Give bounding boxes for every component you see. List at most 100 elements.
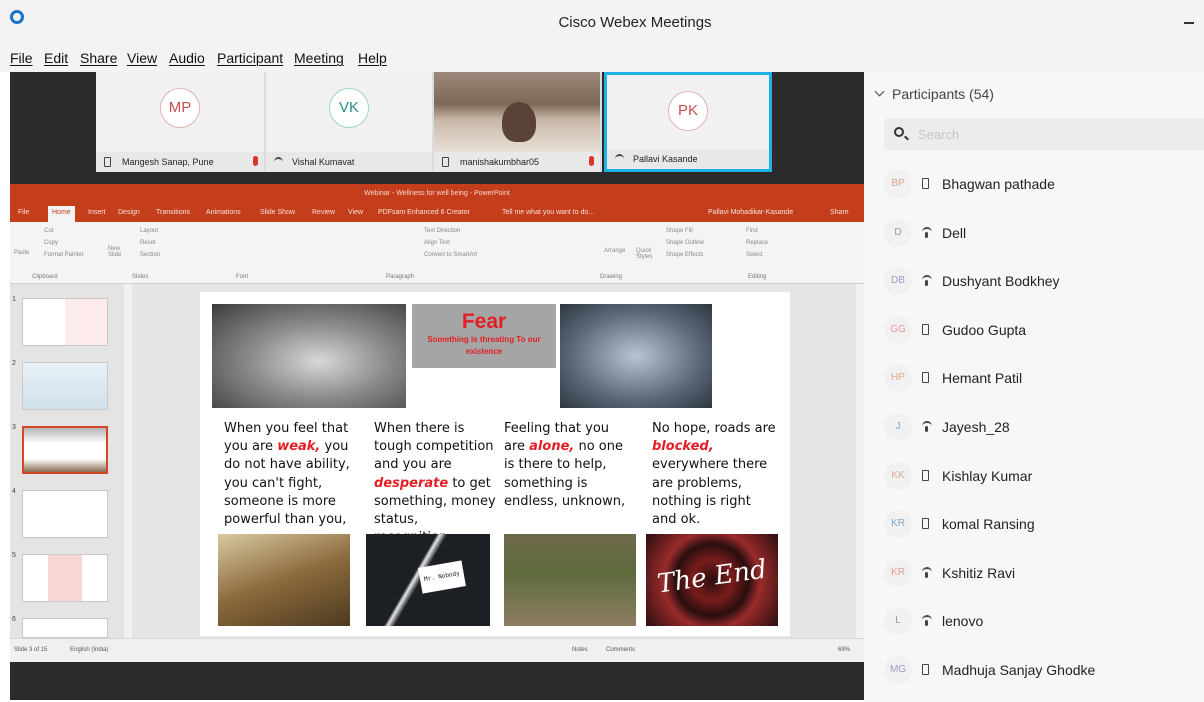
- participant-row[interactable]: GG Gudoo Gupta: [884, 310, 1204, 350]
- video-tile[interactable]: manishakumbhar05: [434, 72, 602, 172]
- participant-row[interactable]: KK Kishlay Kumar: [884, 456, 1204, 496]
- participant-name: Jayesh_28: [942, 419, 1010, 435]
- participant-name: komal Ransing: [942, 516, 1035, 533]
- participant-row[interactable]: D Dell: [884, 213, 1204, 253]
- ppt-quick-styles[interactable]: Quick Styles: [636, 248, 658, 260]
- ppt-section[interactable]: Section: [140, 252, 160, 258]
- participant-name: Hemant Patil: [942, 370, 1023, 387]
- slide-heading: Fear: [461, 310, 507, 333]
- avatar: MG: [884, 656, 912, 684]
- minimize-icon[interactable]: [1184, 22, 1194, 24]
- participant-name: Dushyant Bodkhey: [942, 273, 1060, 290]
- ribbon-group-label: Editing: [748, 274, 767, 280]
- ppt-tab-design[interactable]: Design: [118, 209, 140, 216]
- blocked-road-image: [504, 534, 636, 626]
- slide-thumbnail-selected[interactable]: [22, 426, 108, 474]
- ppt-titlebar: Webinar - Wellness for well being - Powe…: [10, 184, 864, 204]
- menu-file[interactable]: File: [10, 50, 33, 66]
- thumb-number: 2: [12, 360, 16, 367]
- ppt-shape-outline[interactable]: Shape Outline: [666, 240, 704, 246]
- notes-button[interactable]: Notes: [572, 647, 588, 653]
- menu-help[interactable]: Help: [358, 50, 387, 66]
- slide-text-column: Feeling that you are alone, no one is th…: [504, 420, 632, 511]
- avatar: GG: [884, 315, 912, 344]
- participant-name: Kishlay Kumar: [942, 467, 1033, 484]
- participant-row[interactable]: BP Bhagwan pathade: [884, 164, 1204, 204]
- ppt-select[interactable]: Select: [746, 252, 763, 258]
- participant-row[interactable]: J Jayesh_28: [884, 407, 1204, 447]
- ppt-shape-effects[interactable]: Shape Effects: [666, 252, 703, 258]
- slide-thumbnail[interactable]: [22, 298, 108, 346]
- slide-thumbnail[interactable]: [22, 490, 108, 538]
- search-input[interactable]: [918, 124, 1198, 144]
- slide-canvas: Fear Something is threating To our exist…: [134, 284, 856, 638]
- video-tile-active[interactable]: PK Pallavi Kasande: [604, 72, 772, 172]
- ribbon-group-label: Paragraph: [386, 274, 415, 280]
- ppt-tab-view[interactable]: View: [348, 209, 363, 216]
- video-tile[interactable]: MP Mangesh Sanap, Pune: [96, 72, 266, 172]
- avatar: BP: [884, 170, 912, 198]
- participant-row[interactable]: HP Hemant Patil: [884, 358, 1204, 398]
- avatar: PK: [668, 91, 708, 131]
- child-covering-face-image: [212, 304, 406, 408]
- slide-thumbnail[interactable]: [22, 362, 108, 410]
- slide-thumbnail[interactable]: [22, 618, 108, 638]
- wifi-icon: [922, 226, 932, 238]
- ppt-layout[interactable]: Layout: [140, 228, 158, 234]
- menu-audio[interactable]: Audio: [169, 50, 205, 66]
- menu-edit[interactable]: Edit: [44, 50, 68, 66]
- ppt-align-text[interactable]: Align Text: [424, 240, 450, 246]
- ppt-copy[interactable]: Copy: [44, 240, 58, 246]
- participants-header[interactable]: Participants (54): [874, 86, 994, 102]
- emphasis-word: blocked,: [652, 439, 714, 455]
- ppt-tab-review[interactable]: Review: [312, 209, 335, 216]
- thumbnail-scrollbar[interactable]: [124, 284, 132, 638]
- window-title: Cisco Webex Meetings: [558, 14, 712, 31]
- ppt-share[interactable]: Share: [830, 209, 849, 216]
- ppt-tab-slideshow[interactable]: Slide Show: [260, 209, 295, 216]
- thumb-number: 1: [12, 296, 16, 303]
- ppt-tab-home[interactable]: Home: [48, 206, 75, 222]
- participant-row[interactable]: DB Dushyant Bodkhey: [884, 261, 1204, 301]
- ppt-reset[interactable]: Reset: [140, 240, 156, 246]
- ppt-tab-pdfsam[interactable]: PDFsam Enhanced 6 Creator: [378, 209, 470, 216]
- zoom-level[interactable]: 69%: [838, 647, 850, 653]
- ppt-convert-smartart[interactable]: Convert to SmartArt: [424, 252, 477, 258]
- video-tile[interactable]: VK Vishal Kumavat: [266, 72, 434, 172]
- menu-share[interactable]: Share: [80, 50, 117, 66]
- avatar: D: [884, 218, 912, 247]
- ppt-find[interactable]: Find: [746, 228, 758, 234]
- ppt-text-direction[interactable]: Text Direction: [424, 228, 460, 234]
- phone-icon: [104, 157, 111, 167]
- menu-meeting[interactable]: Meeting: [294, 50, 344, 66]
- avatar: KR: [884, 510, 912, 539]
- menu-view[interactable]: View: [127, 50, 157, 66]
- slide-thumbnail[interactable]: [22, 554, 108, 602]
- participant-row[interactable]: KR Kshitiz Ravi: [884, 553, 1204, 593]
- ppt-replace[interactable]: Replace: [746, 240, 768, 246]
- ppt-arrange[interactable]: Arrange: [604, 248, 625, 254]
- ppt-ribbon-tabs: File Home Insert Design Transitions Anim…: [10, 204, 864, 222]
- participant-search: [884, 118, 1204, 150]
- participant-row[interactable]: Llenovo: [884, 601, 1204, 641]
- ppt-tab-animations[interactable]: Animations: [206, 209, 241, 216]
- ppt-shape-fill[interactable]: Shape Fill: [666, 228, 693, 234]
- ppt-tell-me[interactable]: Tell me what you want to do...: [502, 209, 594, 216]
- phone-icon: [442, 157, 449, 167]
- phone-icon: [922, 664, 929, 675]
- ppt-new-slide[interactable]: New Slide: [108, 246, 128, 258]
- ppt-format-painter[interactable]: Format Painter: [44, 252, 84, 258]
- slide-scrollbar[interactable]: [856, 284, 864, 638]
- menu-participant[interactable]: Participant: [217, 50, 283, 66]
- ppt-cut[interactable]: Cut: [44, 228, 53, 234]
- participant-row[interactable]: MG Madhuja Sanjay Ghodke: [884, 650, 1204, 690]
- ppt-tab-insert[interactable]: Insert: [88, 209, 106, 216]
- video-strip: MP Mangesh Sanap, Pune VK Vishal Kumavat…: [96, 72, 772, 172]
- comments-button[interactable]: Comments: [606, 647, 635, 653]
- ppt-paste[interactable]: Paste: [14, 250, 29, 256]
- ppt-tab-file[interactable]: File: [18, 209, 29, 216]
- column-text: When there is tough competition and you …: [374, 421, 494, 473]
- column-text: everywhere there are problems, nothing i…: [652, 457, 768, 528]
- ppt-tab-transitions[interactable]: Transitions: [156, 209, 190, 216]
- participant-row[interactable]: KR komal Ransing: [884, 504, 1204, 544]
